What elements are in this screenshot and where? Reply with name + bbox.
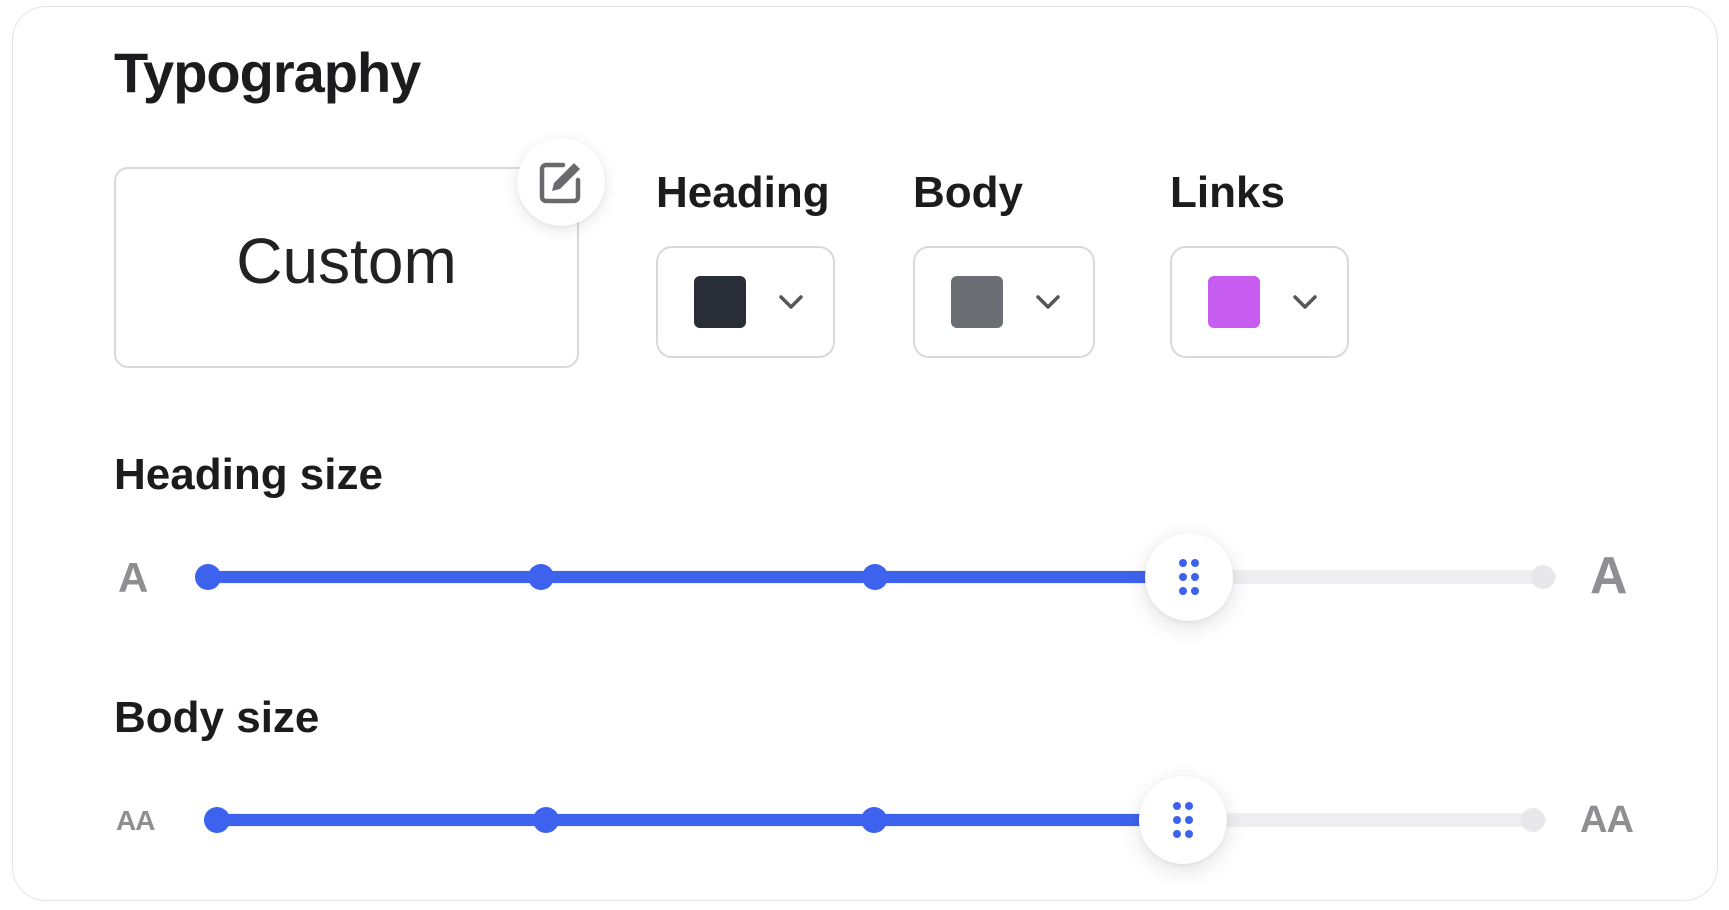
heading-size-stop[interactable] [528,564,554,590]
heading-size-stop[interactable] [862,564,888,590]
edit-icon [539,162,581,204]
heading-size-slider[interactable]: A A [0,532,1729,622]
heading-size-stop[interactable] [195,564,221,590]
font-preset-card[interactable]: Custom [114,167,579,368]
body-size-stop[interactable] [204,807,230,833]
heading-size-stop[interactable] [1531,565,1555,589]
chevron-down-icon [1292,294,1318,310]
body-size-slider[interactable]: AA AA [0,775,1729,865]
edit-preset-button[interactable] [517,138,605,226]
links-color-group: Links [1170,168,1349,358]
body-size-stop[interactable] [533,807,559,833]
body-size-min-label: AA [116,805,155,836]
font-preset-name: Custom [236,224,457,297]
body-color-swatch [951,276,1003,328]
chevron-down-icon [778,294,804,310]
heading-color-label: Heading [656,168,830,217]
body-color-group: Body [913,168,1095,358]
links-color-swatch [1208,276,1260,328]
body-size-stop[interactable] [1521,808,1545,832]
heading-size-max-label: A [1590,547,1628,605]
chevron-down-icon [1035,294,1061,310]
body-size-stop[interactable] [861,807,887,833]
heading-color-swatch [694,276,746,328]
body-size-thumb[interactable] [1139,776,1227,864]
panel-title: Typography [114,41,421,104]
links-color-label: Links [1170,168,1285,217]
body-size-track-fill [204,814,1184,826]
heading-color-select[interactable] [656,246,835,358]
heading-size-thumb[interactable] [1145,533,1233,621]
body-size-max-label: AA [1580,799,1634,841]
body-size-label: Body size [114,693,320,742]
heading-size-min-label: A [118,554,149,601]
body-color-select[interactable] [913,246,1095,358]
heading-color-group: Heading [656,168,835,358]
heading-size-label: Heading size [114,450,383,499]
heading-size-track-fill [196,571,1188,583]
body-color-label: Body [913,168,1023,217]
links-color-select[interactable] [1170,246,1349,358]
